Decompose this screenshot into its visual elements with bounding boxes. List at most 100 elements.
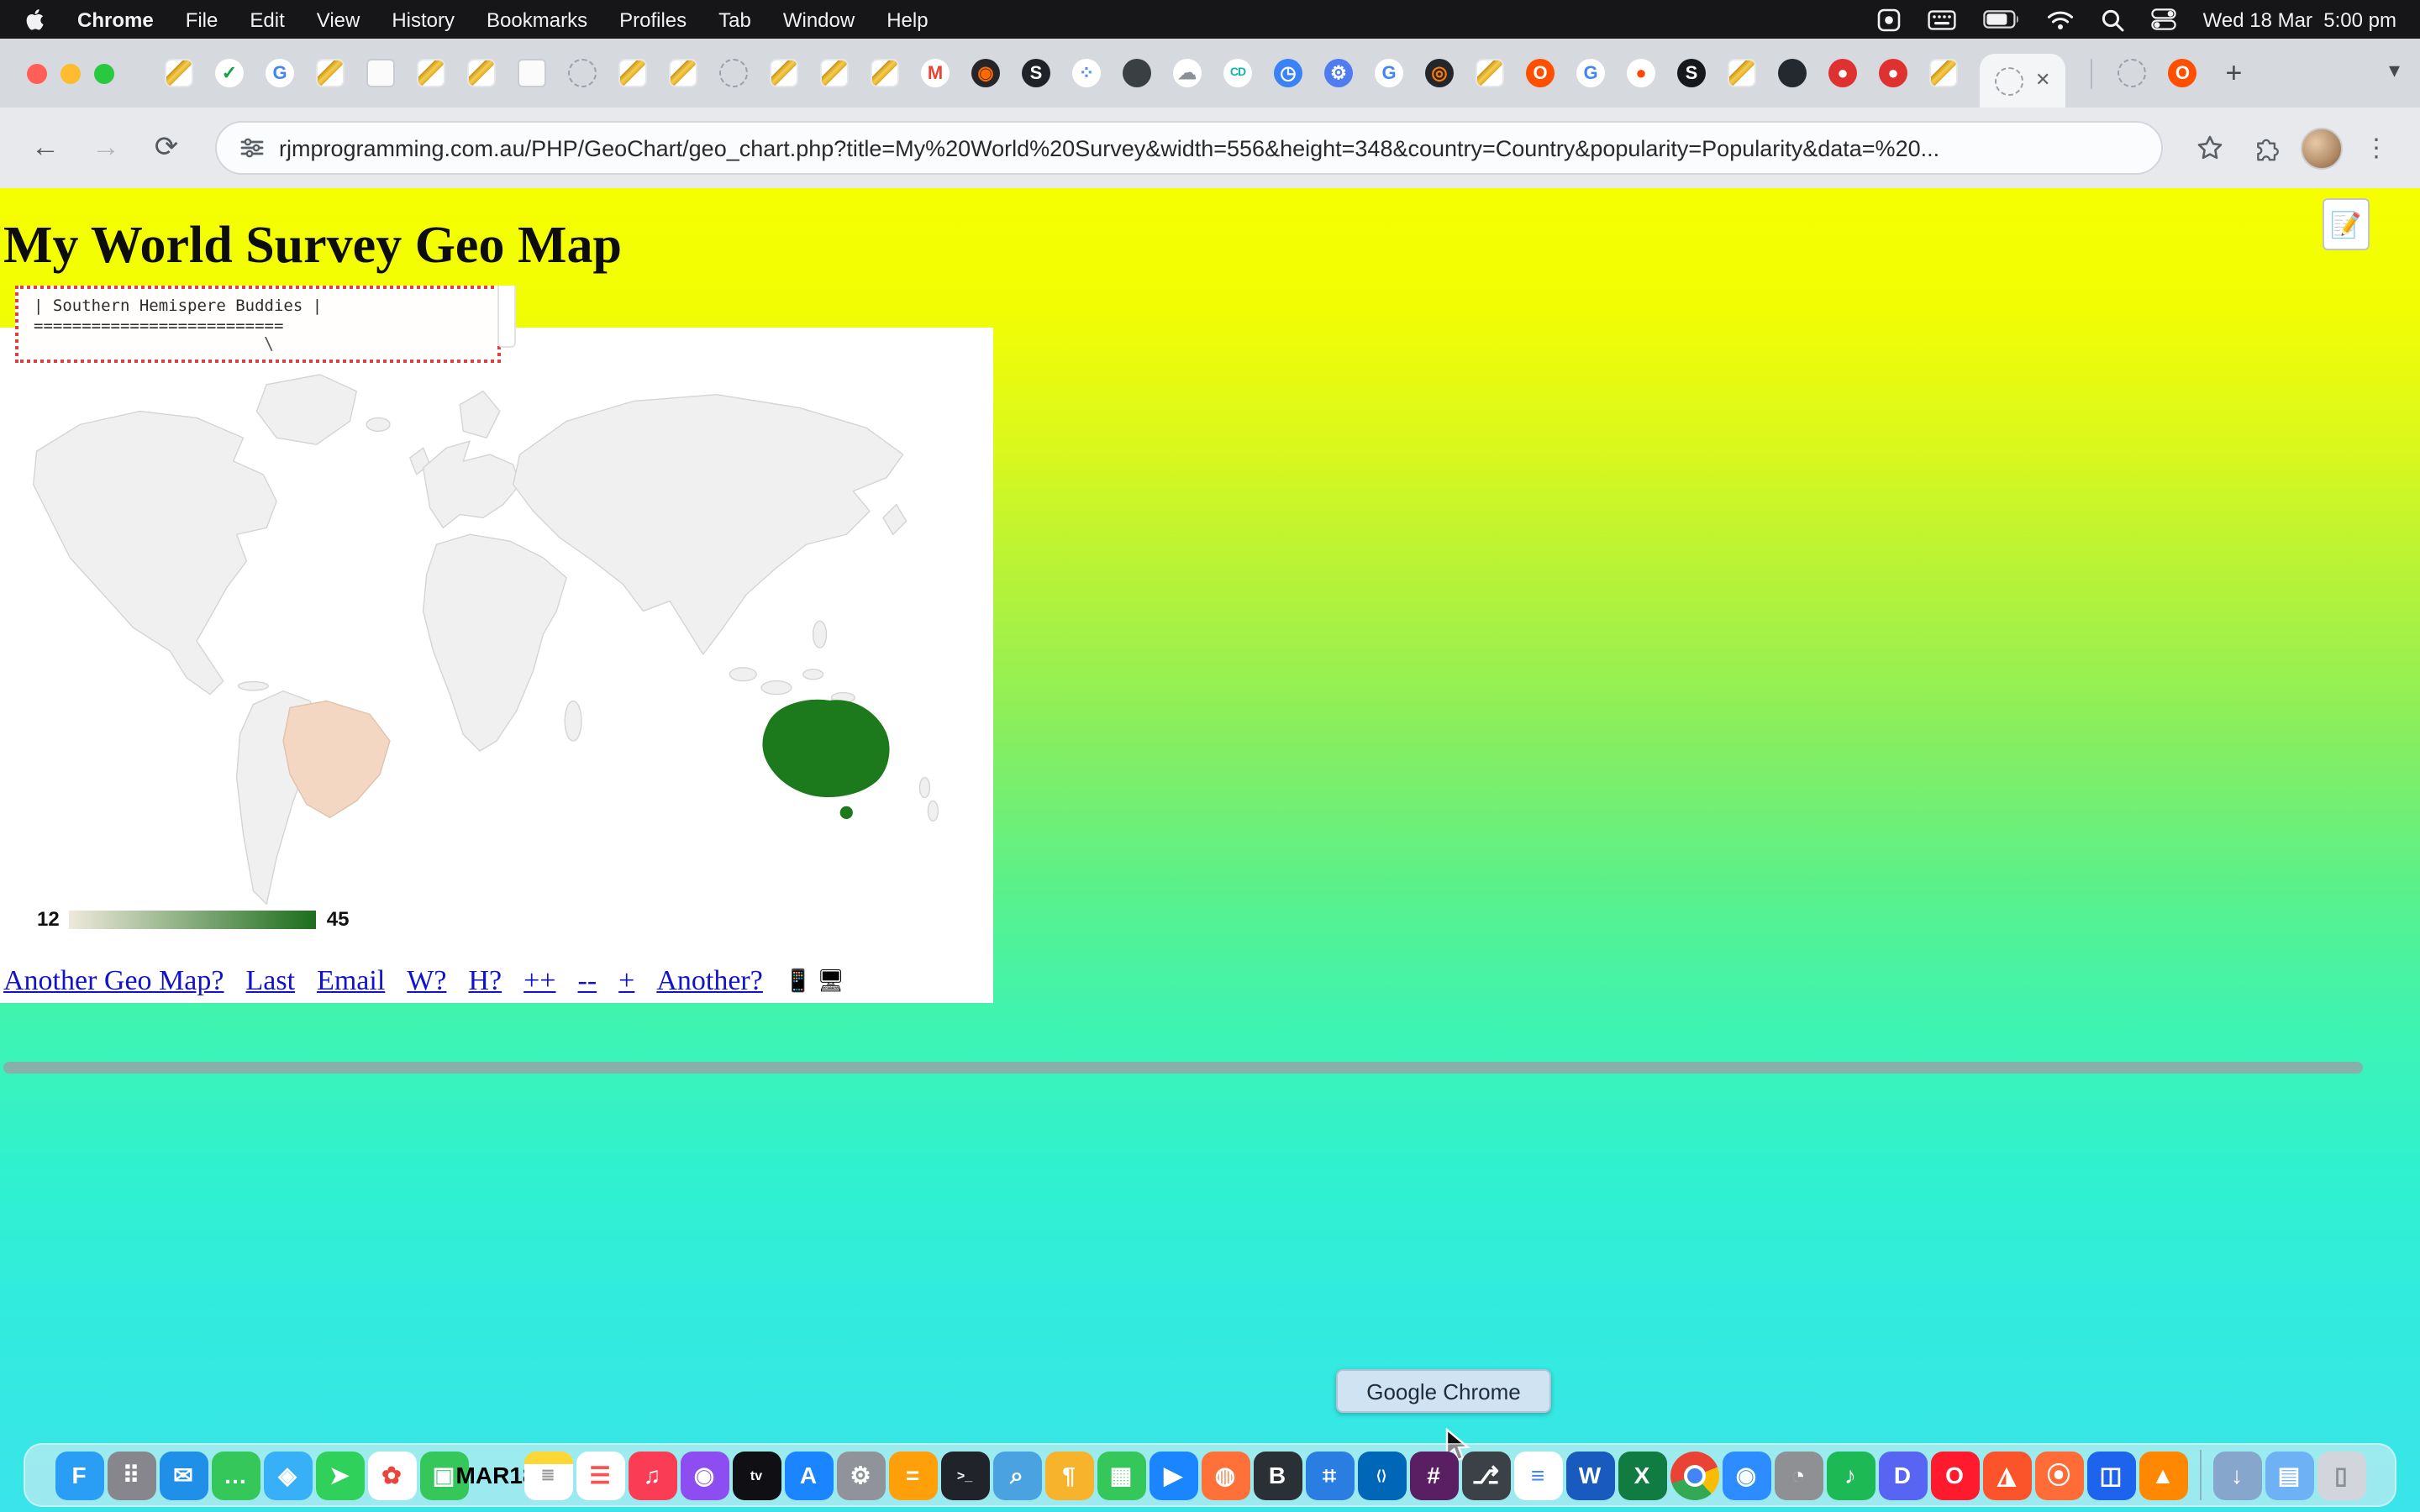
pinned-tab-favicon[interactable] bbox=[1123, 59, 1151, 87]
pinned-tab-favicon[interactable]: ◎ bbox=[1425, 59, 1454, 87]
pinned-tab-favicon[interactable] bbox=[417, 59, 445, 87]
pinned-tab-favicon[interactable]: O bbox=[2168, 59, 2196, 87]
pinned-tab-favicon[interactable] bbox=[467, 59, 496, 87]
profile-avatar[interactable] bbox=[2301, 127, 2343, 169]
phone-icon[interactable]: 📱 bbox=[785, 968, 812, 995]
reload-button[interactable]: ⟳ bbox=[141, 123, 192, 173]
pinned-tab-favicon[interactable] bbox=[1995, 66, 2023, 95]
extensions-icon[interactable] bbox=[2244, 124, 2291, 171]
address-bar[interactable]: rjmprogramming.com.au/PHP/GeoChart/geo_c… bbox=[215, 121, 2163, 175]
dock-messages-icon[interactable]: … bbox=[211, 1451, 260, 1499]
dock-maps-icon[interactable]: ➤ bbox=[315, 1451, 364, 1499]
horizontal-scrollbar[interactable] bbox=[3, 1062, 2363, 1074]
search-icon[interactable] bbox=[2101, 8, 2124, 31]
pinned-tab-favicon[interactable]: CD bbox=[1223, 59, 1252, 87]
dock-excel-icon[interactable]: X bbox=[1618, 1451, 1666, 1499]
dock-bbedit-icon[interactable]: B bbox=[1253, 1451, 1302, 1499]
zoom-window-button[interactable] bbox=[94, 64, 114, 84]
dock-safari-icon[interactable]: ◈ bbox=[263, 1451, 312, 1499]
link-h[interactable]: H? bbox=[468, 964, 502, 998]
pinned-tab-favicon[interactable] bbox=[669, 59, 697, 87]
dock-pages-icon[interactable]: ¶ bbox=[1044, 1451, 1093, 1499]
dock-music-icon[interactable]: ♫ bbox=[628, 1451, 676, 1499]
keyboard-icon[interactable] bbox=[1928, 9, 1956, 29]
dock-xcode-icon[interactable]: ⌗ bbox=[1305, 1451, 1354, 1499]
forward-button[interactable]: → bbox=[81, 123, 131, 173]
pinned-tab-favicon[interactable]: ◷ bbox=[1274, 59, 1302, 87]
pinned-tab-favicon[interactable] bbox=[1778, 59, 1807, 87]
link-email[interactable]: Email bbox=[317, 964, 385, 998]
computer-icon[interactable]: 🖥 bbox=[817, 968, 844, 995]
wifi-icon[interactable] bbox=[2047, 9, 2074, 29]
pinned-tab-favicon[interactable] bbox=[316, 59, 345, 87]
pinned-tab-favicon[interactable]: ✓ bbox=[215, 59, 244, 87]
dock-slack-icon[interactable]: # bbox=[1409, 1451, 1458, 1499]
dock-trash-icon[interactable]: ▯ bbox=[2317, 1451, 2365, 1499]
menu-bookmarks[interactable]: Bookmarks bbox=[487, 8, 587, 31]
dock-docker-icon[interactable]: ◫ bbox=[2086, 1451, 2135, 1499]
pinned-tab-favicon[interactable]: ⁘ bbox=[1072, 59, 1101, 87]
link-[interactable]: -- bbox=[578, 964, 597, 998]
bookmark-star-icon[interactable] bbox=[2186, 124, 2233, 171]
pinned-tab-favicon[interactable] bbox=[568, 59, 597, 87]
back-button[interactable]: ← bbox=[20, 123, 71, 173]
active-tab[interactable]: ✕ bbox=[1980, 54, 2065, 108]
dock-vscode-icon[interactable]: ⟨⟩ bbox=[1357, 1451, 1406, 1499]
menu-edit[interactable]: Edit bbox=[250, 8, 284, 31]
pinned-tab-favicon[interactable] bbox=[165, 59, 193, 87]
pinned-tab-favicon[interactable]: ☁ bbox=[1173, 59, 1202, 87]
pinned-tab-favicon[interactable]: S bbox=[1022, 59, 1050, 87]
dock-preview-icon[interactable]: ⌕ bbox=[992, 1451, 1041, 1499]
link-last[interactable]: Last bbox=[246, 964, 296, 998]
pinned-tab-favicon[interactable] bbox=[871, 59, 899, 87]
dock-terminal-icon[interactable]: >_ bbox=[940, 1451, 989, 1499]
menu-profiles[interactable]: Profiles bbox=[619, 8, 687, 31]
dock-photo-booth-icon[interactable]: ◔ bbox=[1774, 1451, 1823, 1499]
dock-finder-icon[interactable]: F bbox=[55, 1451, 103, 1499]
dock-spotify-icon[interactable]: ♪ bbox=[1826, 1451, 1875, 1499]
link-another-geo-map[interactable]: Another Geo Map? bbox=[3, 964, 224, 998]
notepad-icon[interactable]: 📝 bbox=[2323, 198, 2370, 250]
dock-opera-icon[interactable]: O bbox=[1930, 1451, 1979, 1499]
link-another[interactable]: Another? bbox=[656, 964, 763, 998]
browser-menu-icon[interactable]: ⋮ bbox=[2353, 124, 2400, 171]
menu-window[interactable]: Window bbox=[783, 8, 855, 31]
menu-help[interactable]: Help bbox=[886, 8, 928, 31]
control-center-icon[interactable] bbox=[2151, 8, 2176, 30]
pinned-tab-favicon[interactable] bbox=[770, 59, 798, 87]
pinned-tab-favicon[interactable] bbox=[2118, 59, 2146, 87]
pinned-tab-favicon[interactable] bbox=[719, 59, 748, 87]
close-tab-icon[interactable]: ✕ bbox=[2035, 71, 2050, 90]
dock-notes-icon[interactable]: ≣ bbox=[523, 1451, 572, 1499]
geo-chart[interactable]: 12 45 bbox=[20, 365, 953, 944]
dock-folder-icon[interactable]: ▤ bbox=[2265, 1451, 2313, 1499]
dock-zoom-icon[interactable]: ◉ bbox=[1722, 1451, 1770, 1499]
link-[interactable]: ++ bbox=[523, 964, 555, 998]
minimize-window-button[interactable] bbox=[60, 64, 81, 84]
pinned-tab-favicon[interactable] bbox=[1728, 59, 1756, 87]
dock-numbers-icon[interactable]: ▦ bbox=[1097, 1451, 1145, 1499]
pinned-tab-favicon[interactable]: G bbox=[266, 59, 294, 87]
pinned-tab-favicon[interactable]: G bbox=[1375, 59, 1403, 87]
dock-postman-icon[interactable]: ⦿ bbox=[2034, 1451, 2083, 1499]
pinned-tab-favicon[interactable]: ◉ bbox=[971, 59, 1000, 87]
apple-icon[interactable] bbox=[24, 7, 45, 32]
dock-brave-icon[interactable]: ◮ bbox=[1982, 1451, 2031, 1499]
pinned-tab-favicon[interactable] bbox=[518, 59, 546, 87]
pinned-tab-favicon[interactable]: M bbox=[921, 59, 950, 87]
pinned-tab-favicon[interactable]: ● bbox=[1627, 59, 1655, 87]
pinned-tab-favicon[interactable]: ● bbox=[1879, 59, 1907, 87]
dock-launchpad-icon[interactable]: ⠿ bbox=[107, 1451, 155, 1499]
dock-mail-icon[interactable]: ✉ bbox=[159, 1451, 208, 1499]
dock-podcasts-icon[interactable]: ◉ bbox=[680, 1451, 729, 1499]
menu-tab[interactable]: Tab bbox=[718, 8, 751, 31]
new-tab-button[interactable]: + bbox=[2225, 56, 2242, 90]
url-text[interactable]: rjmprogramming.com.au/PHP/GeoChart/geo_c… bbox=[279, 135, 1939, 160]
close-window-button[interactable] bbox=[27, 64, 47, 84]
dock-calculator-icon[interactable]: = bbox=[888, 1451, 937, 1499]
dock-reminders-icon[interactable]: ☰ bbox=[576, 1451, 624, 1499]
menu-history[interactable]: History bbox=[392, 8, 455, 31]
pinned-tab-favicon[interactable] bbox=[366, 59, 395, 87]
dock-calendar-icon[interactable]: MAR18 bbox=[471, 1451, 520, 1499]
site-info-icon[interactable] bbox=[240, 136, 264, 160]
